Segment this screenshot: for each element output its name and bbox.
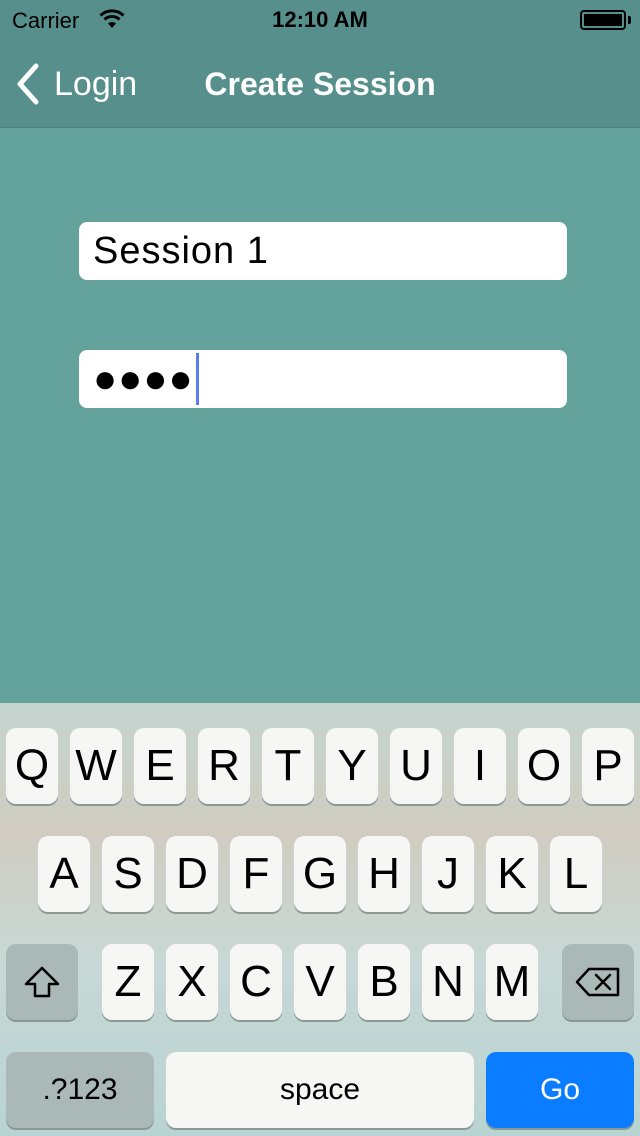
key-d[interactable]: D — [166, 836, 218, 912]
key-l[interactable]: L — [550, 836, 602, 912]
key-g[interactable]: G — [294, 836, 346, 912]
key-a[interactable]: A — [38, 836, 90, 912]
space-key[interactable]: space — [166, 1052, 474, 1128]
numbers-key[interactable]: .?123 — [6, 1052, 154, 1128]
key-o[interactable]: O — [518, 728, 570, 804]
battery-cap — [628, 16, 631, 24]
key-j[interactable]: J — [422, 836, 474, 912]
key-p[interactable]: P — [582, 728, 634, 804]
key-q[interactable]: Q — [6, 728, 58, 804]
session-name-field[interactable]: Session 1 — [79, 222, 567, 280]
key-m[interactable]: M — [486, 944, 538, 1020]
password-dots: ●●●● — [93, 357, 194, 401]
key-x[interactable]: X — [166, 944, 218, 1020]
navigation-header: Carrier 12:10 AM Login Create Session — [0, 0, 640, 128]
key-s[interactable]: S — [102, 836, 154, 912]
key-f[interactable]: F — [230, 836, 282, 912]
text-caret — [195, 353, 199, 405]
battery-icon — [580, 10, 626, 30]
key-v[interactable]: V — [294, 944, 346, 1020]
keyboard: Q W E R T Y U I O P A S D F G H J K L Z … — [0, 703, 640, 1136]
clock: 12:10 AM — [272, 7, 368, 32]
key-c[interactable]: C — [230, 944, 282, 1020]
key-i[interactable]: I — [454, 728, 506, 804]
key-u[interactable]: U — [390, 728, 442, 804]
shift-icon — [24, 966, 60, 998]
key-r[interactable]: R — [198, 728, 250, 804]
key-y[interactable]: Y — [326, 728, 378, 804]
password-field[interactable]: ●●●● — [79, 350, 567, 408]
key-z[interactable]: Z — [102, 944, 154, 1020]
key-t[interactable]: T — [262, 728, 314, 804]
key-h[interactable]: H — [358, 836, 410, 912]
page-title: Create Session — [204, 66, 436, 102]
go-key[interactable]: Go — [486, 1052, 634, 1128]
key-w[interactable]: W — [70, 728, 122, 804]
key-b[interactable]: B — [358, 944, 410, 1020]
session-name-value: Session 1 — [93, 229, 269, 272]
backspace-icon — [575, 967, 620, 997]
shift-key[interactable] — [6, 944, 78, 1020]
key-k[interactable]: K — [486, 836, 538, 912]
delete-key[interactable] — [562, 944, 634, 1020]
key-n[interactable]: N — [422, 944, 474, 1020]
key-e[interactable]: E — [134, 728, 186, 804]
status-bar: Carrier 12:10 AM — [0, 0, 640, 40]
